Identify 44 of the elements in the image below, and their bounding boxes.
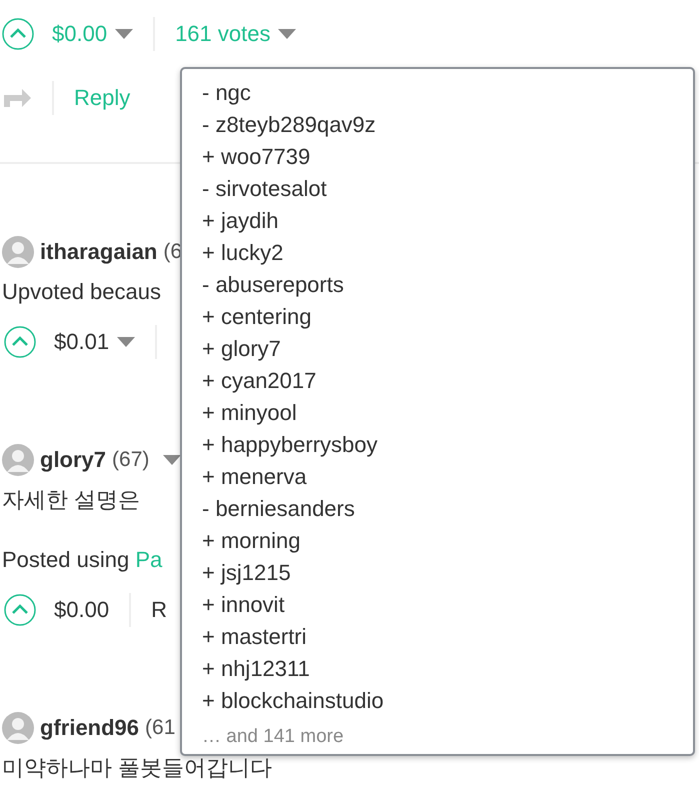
caret-icon[interactable] <box>115 29 134 39</box>
voter-entry[interactable]: - ngc <box>202 77 251 109</box>
voter-entry[interactable]: + centering <box>202 301 312 333</box>
voter-entry[interactable]: + jsj1215 <box>202 557 291 589</box>
voter-entry[interactable]: + glory7 <box>202 333 281 365</box>
voter-entry[interactable]: + mastertri <box>202 621 307 653</box>
reply-link[interactable]: R <box>151 597 167 623</box>
voter-entry[interactable]: + morning <box>202 525 300 557</box>
upvote-button[interactable] <box>2 18 34 50</box>
payout-amount: $0.00 <box>54 597 110 623</box>
voter-entry[interactable]: + innovit <box>202 589 285 621</box>
comment-text: Posted using Pa <box>2 546 162 574</box>
caret-icon[interactable] <box>117 337 136 347</box>
author-name[interactable]: itharagaian <box>40 239 158 265</box>
voter-entry[interactable]: + lucky2 <box>202 237 284 269</box>
voter-entry[interactable]: + jaydih <box>202 205 278 237</box>
voter-entry[interactable]: + menerva <box>202 461 307 493</box>
voter-entry[interactable]: - sirvotesalot <box>202 173 327 205</box>
avatar-icon <box>2 712 34 744</box>
voter-entry[interactable]: + nhj12311 <box>202 653 310 685</box>
comment-text: 자세한 설명은 <box>2 486 140 514</box>
voter-entry[interactable]: - berniesanders <box>202 493 355 525</box>
reputation-score: (67) <box>112 448 150 472</box>
upvote-button[interactable] <box>4 326 36 358</box>
comment-text: 미약하나마 풀봇들어갑니다 <box>2 754 272 782</box>
caret-icon[interactable] <box>163 455 182 465</box>
author-name[interactable]: gfriend96 <box>40 715 140 741</box>
author-name[interactable]: glory7 <box>40 447 106 473</box>
more-voters-text: … and 141 more <box>202 725 344 749</box>
payout-amount: $0.01 <box>54 329 110 355</box>
reputation-score: (61 <box>145 716 176 740</box>
voter-entry[interactable]: - z8teyb289qav9z <box>202 109 376 141</box>
payout-amount: $0.00 <box>52 21 108 47</box>
avatar-icon <box>2 444 34 476</box>
voter-entry[interactable]: + woo7739 <box>202 141 310 173</box>
voter-entry[interactable]: + cyan2017 <box>202 365 316 397</box>
avatar-icon <box>2 236 34 268</box>
comment-text: Upvoted becaus <box>2 278 161 306</box>
voter-entry[interactable]: + happyberrysboy <box>202 429 378 461</box>
voter-entry[interactable]: - abusereports <box>202 269 344 301</box>
voter-entry[interactable]: + blockchainstudio <box>202 685 384 717</box>
caret-icon[interactable] <box>278 29 296 39</box>
upvote-button[interactable] <box>4 594 36 626</box>
voter-entry[interactable]: + minyool <box>202 397 297 429</box>
